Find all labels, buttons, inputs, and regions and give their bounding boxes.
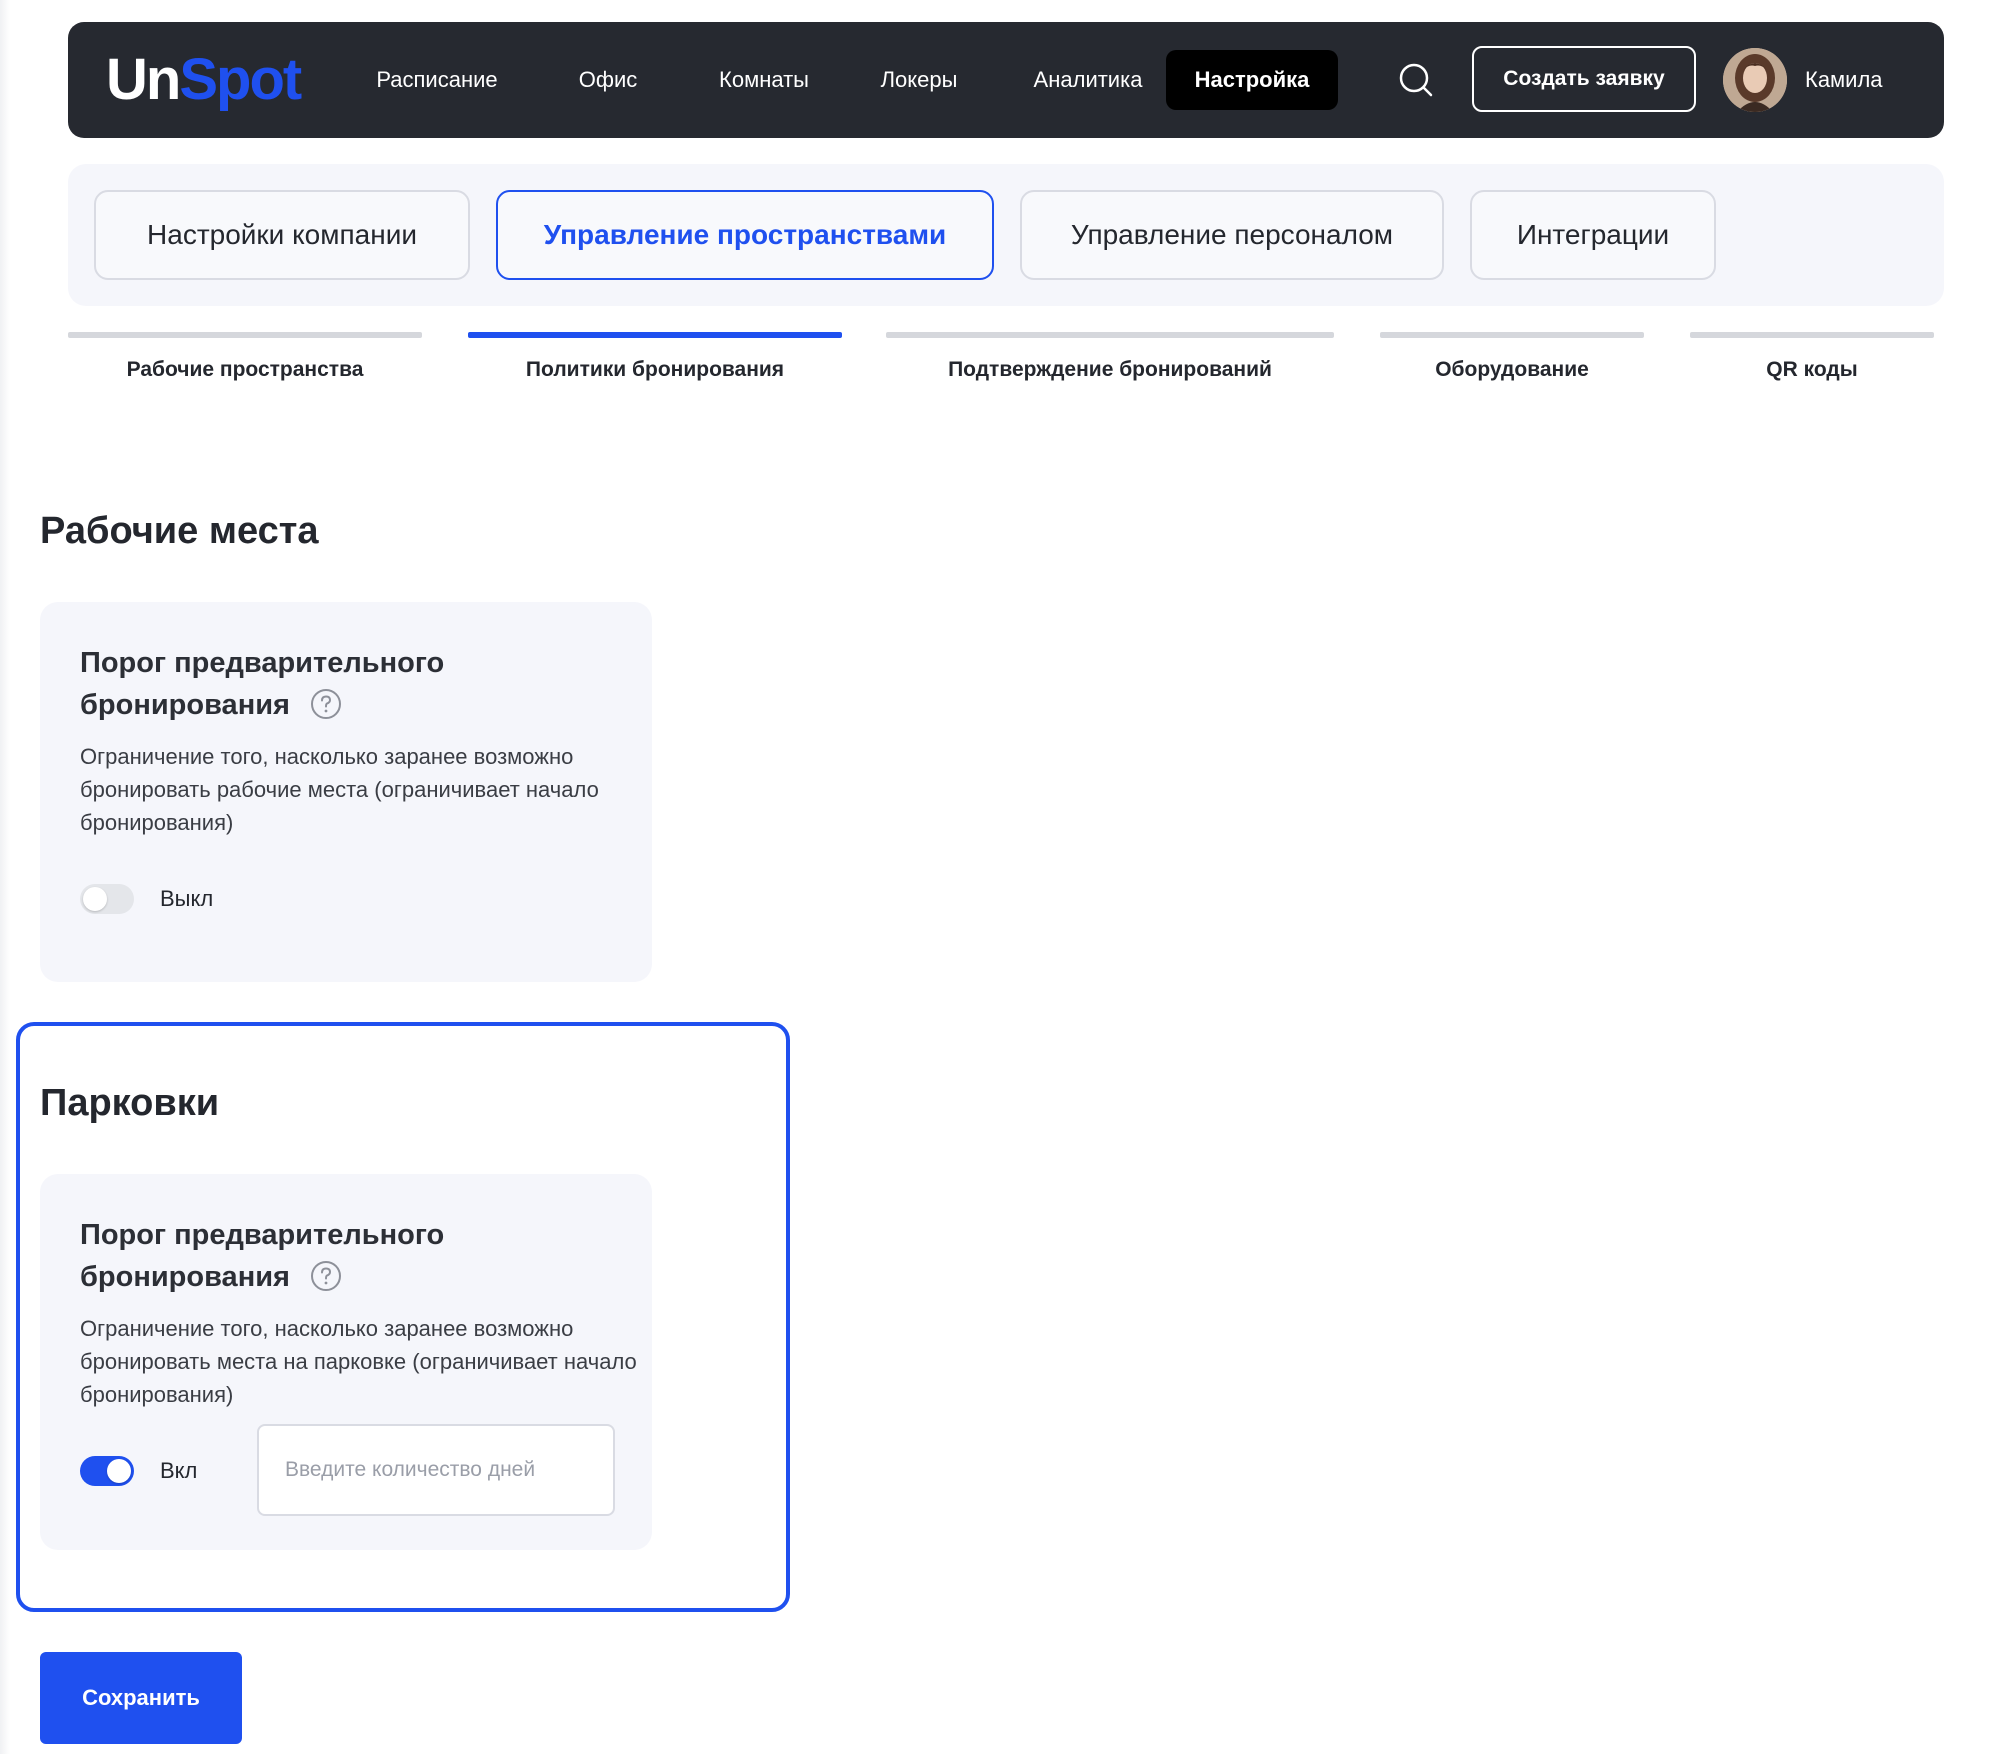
card-description: Ограничение того, насколько заранее возм… (80, 1316, 637, 1407)
subtab-label: Политики бронирования (525, 358, 785, 381)
subtab-label: Рабочие пространства (126, 358, 364, 381)
toggle-knob (83, 887, 107, 911)
subtab-indicator (1690, 332, 1934, 338)
toggle-state-label: Вкл (160, 1458, 198, 1483)
section-title-parking: Парковки (40, 1082, 220, 1124)
nav-analytics[interactable]: Аналитика (1008, 50, 1168, 110)
left-edge-strip (0, 0, 10, 1754)
tab-company-settings[interactable]: Настройки компании (94, 190, 470, 280)
tab-integrations[interactable]: Интеграции (1470, 190, 1716, 280)
card-description: Ограничение того, насколько заранее возм… (80, 744, 599, 835)
create-request-button[interactable]: Создать заявку (1472, 46, 1696, 112)
tab-staff-management[interactable]: Управление персоналом (1020, 190, 1444, 280)
nav-rooms[interactable]: Комнаты (696, 50, 832, 110)
subtab-indicator (886, 332, 1334, 338)
nav-schedule[interactable]: Расписание (362, 50, 512, 110)
subtab-indicator (1380, 332, 1644, 338)
subtab-booking-confirmation[interactable]: Подтверждение бронирований (886, 332, 1334, 392)
advance-booking-toggle-parking[interactable] (80, 1456, 134, 1486)
subtab-workspaces[interactable]: Рабочие пространства (68, 332, 422, 392)
user-avatar[interactable] (1723, 48, 1787, 112)
subtab-booking-policies[interactable]: Политики бронирования (468, 332, 842, 392)
settings-category-tabs: Настройки компании Управление пространст… (68, 164, 1944, 306)
user-name[interactable]: Камила (1805, 50, 1883, 110)
toggle-knob (107, 1459, 131, 1483)
advance-booking-toggle-workplaces[interactable] (80, 884, 134, 914)
days-count-input[interactable] (257, 1424, 615, 1516)
subtab-equipment[interactable]: Оборудование (1380, 332, 1644, 392)
nav-office[interactable]: Офис (558, 50, 658, 110)
nav-lockers[interactable]: Локеры (854, 50, 984, 110)
tab-space-management[interactable]: Управление пространствами (496, 190, 994, 280)
section-title-workplaces: Рабочие места (40, 510, 319, 552)
nav-settings[interactable]: Настройка (1166, 50, 1338, 110)
subtab-label: Подтверждение бронирований (948, 358, 1272, 381)
subtab-qr-codes[interactable]: QR коды (1690, 332, 1934, 392)
search-icon[interactable] (1396, 60, 1436, 100)
card-title: Порог предварительного бронирования (80, 647, 445, 721)
help-icon[interactable] (310, 688, 342, 720)
toggle-state-label: Выкл (160, 886, 214, 911)
top-navigation-bar: UnSpot Расписание Офис Комнаты Локеры Ан… (68, 22, 1944, 138)
save-button[interactable]: Сохранить (40, 1652, 242, 1744)
subtab-indicator (68, 332, 422, 338)
subtab-label: QR коды (1766, 358, 1858, 381)
subtab-indicator (468, 332, 842, 338)
subtab-label: Оборудование (1435, 358, 1589, 381)
help-icon[interactable] (310, 1260, 342, 1292)
workplaces-advance-booking-card: Порог предварительного бронирования Огра… (40, 602, 652, 982)
unspot-logo[interactable]: UnSpot (106, 46, 302, 114)
parking-advance-booking-card: Порог предварительного бронирования Огра… (40, 1174, 652, 1550)
card-title: Порог предварительного бронирования (80, 1219, 445, 1293)
avatar-portrait-icon (1723, 48, 1787, 112)
